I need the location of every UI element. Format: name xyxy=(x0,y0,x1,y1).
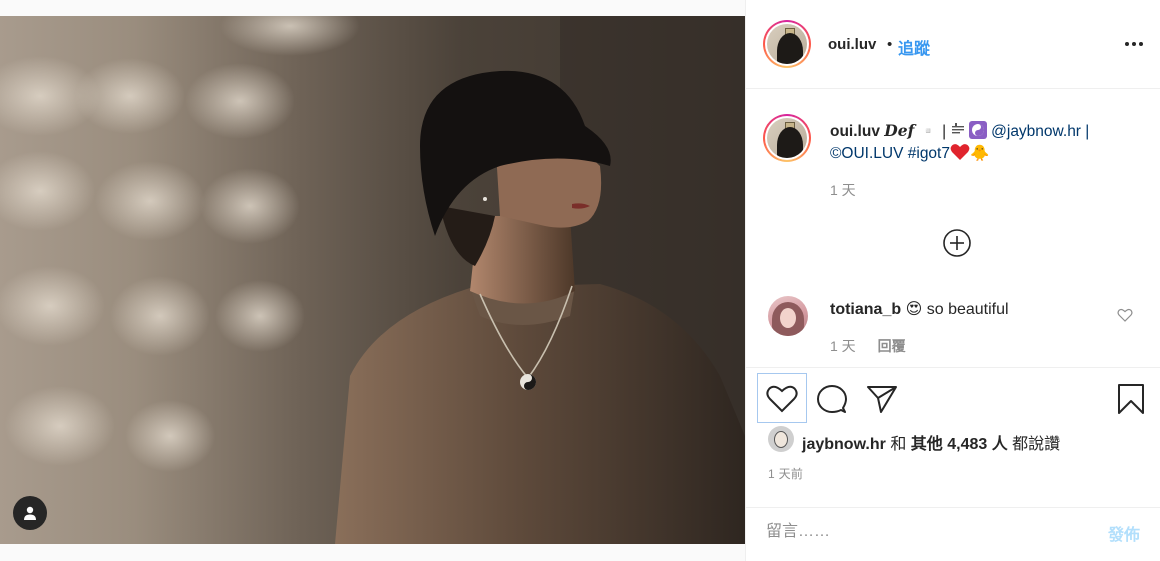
comment-heart-icon[interactable] xyxy=(1117,307,1133,323)
more-options-icon[interactable] xyxy=(1122,35,1146,53)
likes-others-link[interactable]: 其他 4,483 人 xyxy=(911,436,1008,453)
likes-summary: jaybnow.hr 和 其他 4,483 人 都說讚 xyxy=(802,430,1060,454)
post-photo[interactable] xyxy=(0,16,745,544)
like-heart-icon[interactable] xyxy=(766,384,798,414)
comment-body: totiana_b 😍 so beautiful xyxy=(830,299,1009,319)
chick-emoji: 🐥 xyxy=(969,145,990,162)
post-comment-button[interactable]: 發佈 xyxy=(1108,521,1140,545)
reply-button[interactable]: 回覆 xyxy=(878,338,906,354)
add-comment-section: 發佈 xyxy=(746,507,1160,561)
caption-text-part: ▫️ | xyxy=(918,123,951,140)
comment-input[interactable] xyxy=(766,520,1066,544)
page-background-bottom xyxy=(0,544,745,561)
author-avatar[interactable] xyxy=(763,20,811,68)
mini-flag-icon xyxy=(951,123,964,134)
comment-emoji: 😍 xyxy=(905,301,923,318)
yin-yang-emoji-icon xyxy=(968,121,987,139)
follow-button[interactable]: 追蹤 xyxy=(898,35,930,59)
tagged-people-button[interactable] xyxy=(13,496,47,530)
caption-author-avatar[interactable] xyxy=(763,114,811,162)
liker-username[interactable]: jaybnow.hr xyxy=(802,436,886,453)
header-separator: • xyxy=(887,36,893,53)
share-paper-plane-icon[interactable] xyxy=(866,384,898,414)
comment-meta: 1 天 回覆 xyxy=(830,336,906,356)
comment-time: 1 天 xyxy=(830,338,856,354)
save-bookmark-icon[interactable] xyxy=(1116,383,1146,415)
page-background-top xyxy=(0,0,745,16)
load-more-comments-icon[interactable] xyxy=(942,228,972,258)
caption-username[interactable]: oui.luv xyxy=(830,123,880,140)
commenter-username[interactable]: totiana_b xyxy=(830,301,901,318)
user-icon xyxy=(24,506,36,520)
bokeh-lights xyxy=(0,16,360,472)
comment-text: so beautiful xyxy=(926,301,1009,318)
post-timestamp[interactable]: 1 天前 xyxy=(768,465,803,482)
post-caption: oui.luv 𝑫𝒆𝒇 ▫️ | @jaybnow.hr | ©OUI.LUV … xyxy=(830,120,1130,165)
caption-styled-name: 𝑫𝒆𝒇 xyxy=(884,121,915,140)
caption-hashtag[interactable]: #igot7 xyxy=(908,145,950,162)
post-sidebar: oui.luv • 追蹤 oui.luv 𝑫𝒆𝒇 ▫️ | @jaybnow.h… xyxy=(745,0,1160,561)
author-username[interactable]: oui.luv xyxy=(828,36,876,53)
likes-and: 和 xyxy=(890,436,907,453)
post-header: oui.luv • 追蹤 xyxy=(746,0,1160,89)
likes-suffix: 都說讚 xyxy=(1012,436,1061,453)
liker-avatar[interactable] xyxy=(768,426,794,452)
post-actions: jaybnow.hr 和 其他 4,483 人 都說讚 1 天前 xyxy=(746,367,1160,507)
red-heart-emoji-icon xyxy=(950,144,970,160)
comment-bubble-icon[interactable] xyxy=(816,384,848,416)
portrait-illustration xyxy=(0,16,745,544)
caption-time: 1 天 xyxy=(830,182,856,198)
commenter-avatar[interactable] xyxy=(768,296,808,336)
